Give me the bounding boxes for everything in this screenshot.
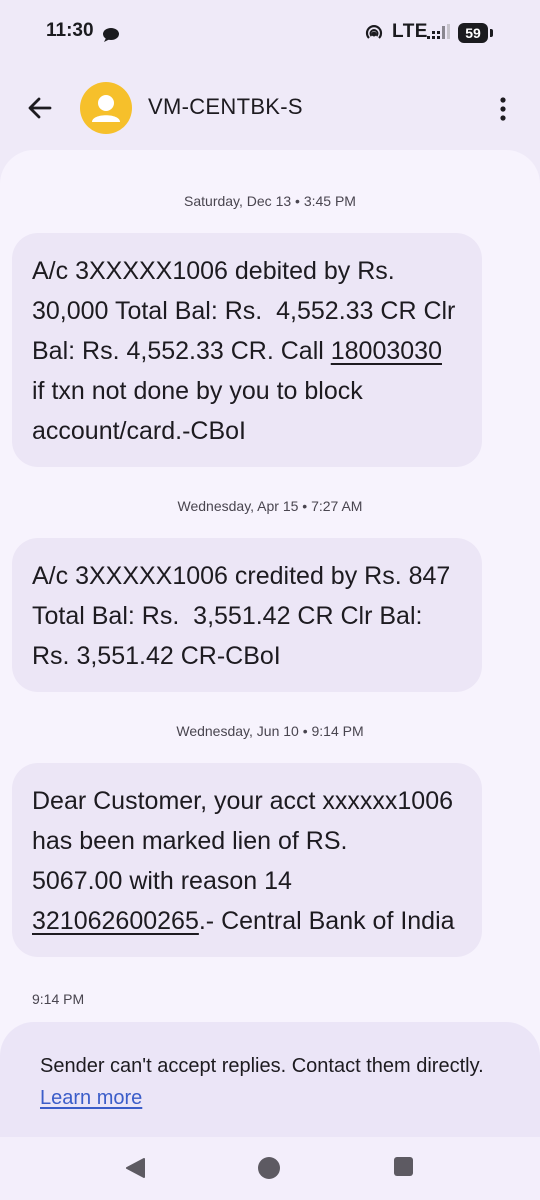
message-bubble[interactable]: A/c 3XXXXX1006 debited by Rs. 30,000 Tot…: [12, 233, 482, 467]
status-time: 11:30: [46, 20, 94, 41]
avatar[interactable]: [80, 82, 132, 134]
person-icon: [92, 95, 120, 122]
phone-link[interactable]: 18003030: [331, 337, 442, 365]
notice-message: Sender can't accept replies. Contact the…: [40, 1055, 484, 1077]
arrow-back-icon[interactable]: [22, 90, 58, 126]
hotspot-icon: [365, 25, 383, 39]
message-timestamp: 9:14 PM: [32, 991, 85, 1007]
message-bubble[interactable]: A/c 3XXXXX1006 credited by Rs. 847 Total…: [12, 538, 482, 692]
date-separator: Saturday, Dec 13 • 3:45 PM: [184, 193, 356, 209]
learn-more-link[interactable]: Learn more: [40, 1087, 142, 1109]
message-bubble[interactable]: Dear Customer, your acct xxxxxx1006 has …: [12, 763, 482, 957]
message-text: Dear Customer, your acct xxxxxx1006 has …: [32, 787, 460, 895]
contact-name[interactable]: VM-CENTBK-S: [148, 94, 303, 120]
battery-icon: 59: [458, 23, 488, 43]
app-bar: VM-CENTBK-S: [0, 66, 540, 150]
conversation-panel[interactable]: Saturday, Dec 13 • 3:45 PM A/c 3XXXXX100…: [0, 150, 540, 1140]
reply-disabled-notice: Sender can't accept replies. Contact the…: [0, 1022, 540, 1137]
chat-notification-icon: [103, 28, 119, 42]
date-separator: Wednesday, Apr 15 • 7:27 AM: [177, 498, 363, 514]
nav-back-icon[interactable]: [124, 1157, 146, 1179]
date-separator: Wednesday, Jun 10 • 9:14 PM: [176, 723, 364, 739]
nav-recents-icon[interactable]: [394, 1157, 413, 1176]
more-vert-icon[interactable]: [488, 92, 518, 126]
network-type: LTE: [392, 21, 428, 42]
status-bar: 11:30 LTE 59: [0, 0, 540, 66]
nav-home-icon[interactable]: [258, 1157, 280, 1179]
notice-text: Sender can't accept replies. Contact the…: [40, 1050, 510, 1114]
signal-icon: [427, 24, 450, 39]
battery-tip: [490, 29, 493, 37]
message-text: .- Central Bank of India: [198, 907, 455, 935]
message-text: A/c 3XXXXX1006 credited by Rs. 847 Total…: [32, 562, 457, 670]
reference-link[interactable]: 321062600265: [32, 907, 199, 935]
navigation-bar: [0, 1137, 540, 1200]
